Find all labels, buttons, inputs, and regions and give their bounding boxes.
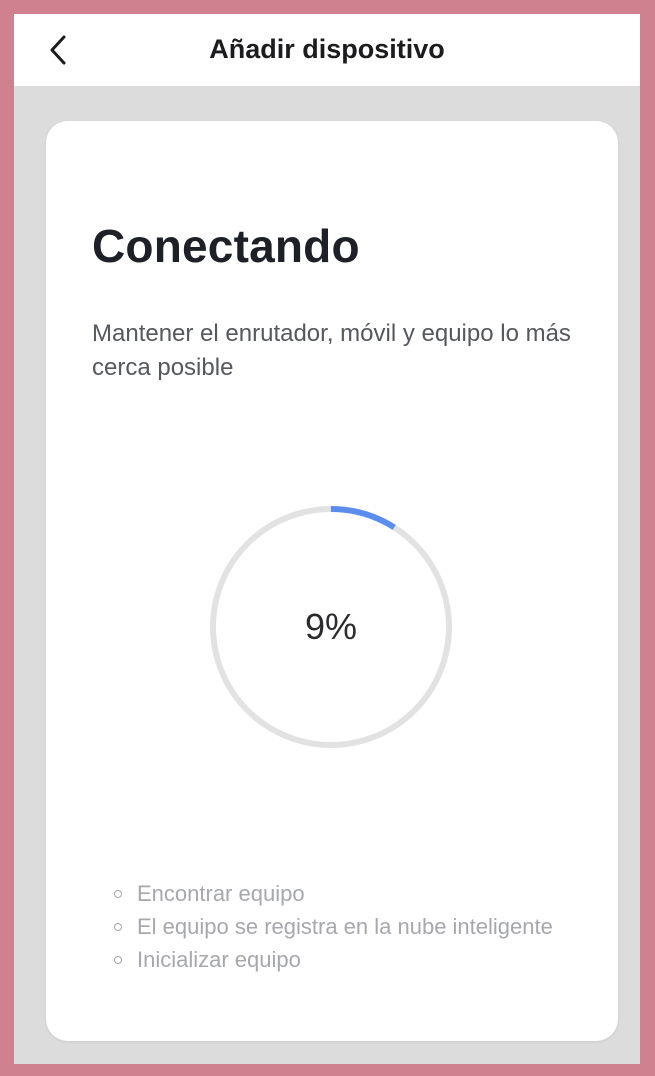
progress-ring: 9% — [209, 505, 453, 749]
bullet-icon — [114, 955, 122, 964]
header-bar: Añadir dispositivo — [14, 14, 640, 86]
connecting-card: Conectando Mantener el enrutador, móvil … — [46, 121, 618, 1041]
step-list: Encontrar equipo El equipo se registra en… — [114, 877, 553, 976]
connecting-subtitle: Mantener el enrutador, móvil y equipo lo… — [92, 320, 571, 381]
connecting-title: Conectando — [92, 220, 360, 272]
bullet-icon — [114, 889, 122, 898]
step-item: Encontrar equipo — [114, 877, 553, 910]
step-item: Inicializar equipo — [114, 943, 553, 976]
back-button[interactable] — [36, 24, 80, 76]
chevron-left-icon — [50, 35, 66, 65]
step-label: Encontrar equipo — [137, 880, 305, 906]
step-item: El equipo se registra en la nube intelig… — [114, 910, 553, 943]
step-label: Inicializar equipo — [137, 946, 301, 972]
app-screen: Añadir dispositivo Conectando Mantener e… — [14, 14, 640, 1064]
page-title: Añadir dispositivo — [209, 34, 445, 64]
progress-percentage: 9% — [304, 606, 358, 647]
bullet-icon — [114, 922, 122, 931]
step-label: El equipo se registra en la nube intelig… — [137, 913, 553, 939]
